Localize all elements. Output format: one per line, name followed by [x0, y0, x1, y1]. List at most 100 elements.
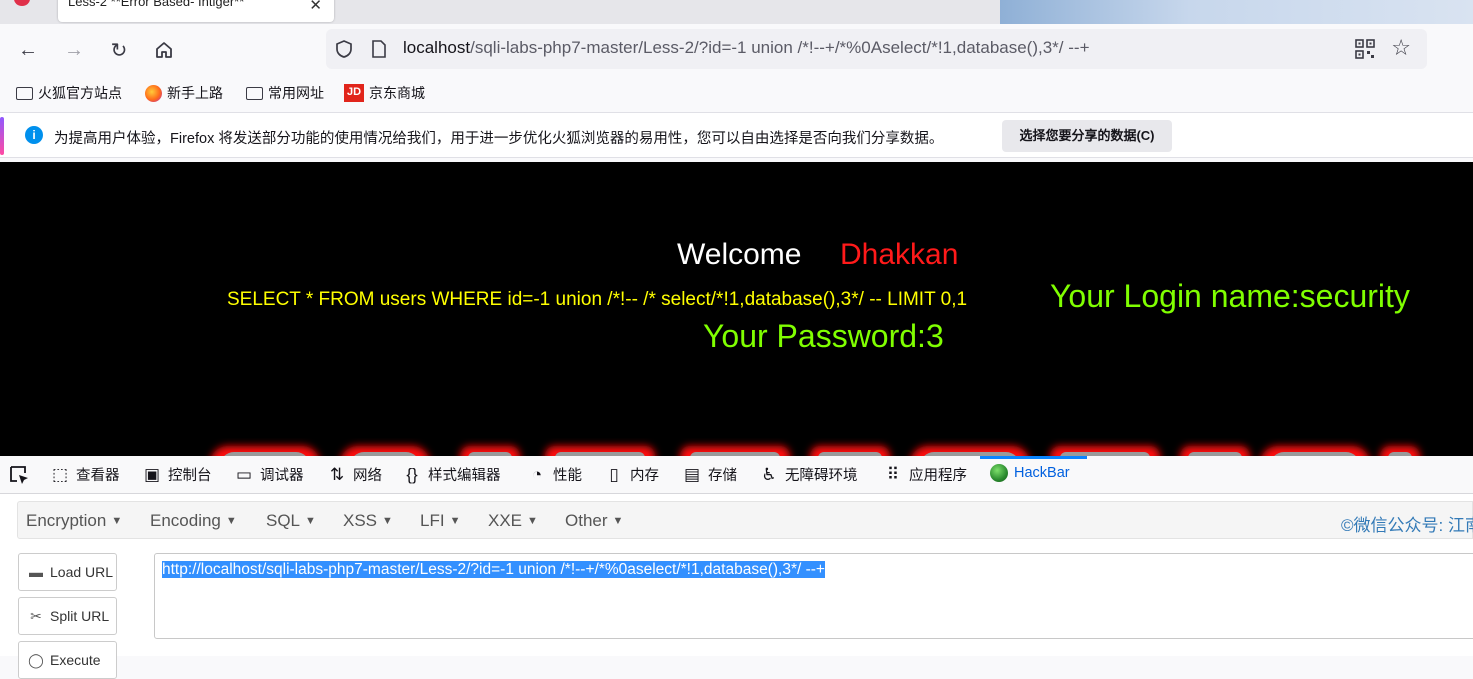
- caret-down-icon: ▼: [527, 515, 538, 527]
- selected-url-text: http://localhost/sqli-labs-php7-master/L…: [162, 561, 825, 578]
- devtools-tab-label: 应用程序: [909, 468, 967, 484]
- accessibility-icon: ♿: [761, 464, 777, 484]
- menu-label: SQL: [266, 511, 301, 530]
- notification-accent: [0, 117, 4, 155]
- bookmark-label: 新手上路: [167, 85, 223, 101]
- devtools-tab-style-editor[interactable]: {} 样式编辑器: [402, 464, 500, 485]
- url-host: localhost: [403, 38, 471, 57]
- shield-icon[interactable]: [334, 39, 354, 59]
- menu-encryption[interactable]: Encryption ▼: [26, 511, 122, 531]
- browser-tab[interactable]: Less-2 **Error Based- Intiger** ✕: [58, 0, 334, 22]
- devtools-tab-label: HackBar: [1014, 465, 1070, 481]
- folder-icon: [246, 86, 263, 100]
- menu-sql[interactable]: SQL ▼: [266, 511, 316, 531]
- sql-query-text: SELECT * FROM users WHERE id=-1 union /*…: [227, 289, 968, 310]
- qr-code-icon[interactable]: [1355, 39, 1375, 59]
- menu-label: Encoding: [150, 511, 221, 530]
- style-editor-icon: {}: [406, 464, 418, 484]
- devtools-tab-hackbar[interactable]: HackBar: [990, 464, 1070, 482]
- performance-icon: ◔: [531, 464, 543, 484]
- reload-button[interactable]: ↻: [105, 36, 133, 64]
- home-button[interactable]: [150, 36, 178, 64]
- info-icon: i: [25, 126, 43, 144]
- scissors-icon: ✂: [30, 607, 42, 624]
- menu-encoding[interactable]: Encoding ▼: [150, 511, 237, 531]
- tab-title: Less-2 **Error Based- Intiger**: [68, 0, 245, 9]
- bookmark-item-3[interactable]: JD 京东商城: [344, 83, 425, 103]
- devtools-tab-storage[interactable]: ▤ 存储: [682, 464, 737, 485]
- tab-strip: Less-2 **Error Based- Intiger** ✕: [0, 0, 1473, 24]
- back-button[interactable]: ←: [14, 36, 42, 64]
- devtools-tab-accessibility[interactable]: ♿ 无障碍环境: [759, 464, 858, 485]
- bookmark-label: 常用网址: [268, 85, 324, 101]
- password-result: Your Password:3: [703, 318, 944, 354]
- devtools-tab-label: 性能: [553, 468, 582, 484]
- url-text[interactable]: localhost/sqli-labs-php7-master/Less-2/?…: [403, 38, 1090, 58]
- devtools-tab-network[interactable]: ⇅ 网络: [327, 464, 382, 485]
- caret-down-icon: ▼: [111, 515, 123, 527]
- active-tab-indicator: [980, 456, 1087, 459]
- page-info-icon[interactable]: [370, 39, 388, 59]
- menu-label: LFI: [420, 511, 445, 530]
- devtools-tab-performance[interactable]: ◔ 性能: [527, 464, 582, 485]
- split-url-button[interactable]: ✂ Split URL: [18, 597, 117, 635]
- page-content: Welcome Dhakkan SELECT * FROM users WHER…: [0, 162, 1473, 456]
- element-picker-button[interactable]: [8, 464, 30, 486]
- devtools-tab-console[interactable]: ▣ 控制台: [142, 464, 212, 485]
- hackbar-url-textarea[interactable]: http://localhost/sqli-labs-php7-master/L…: [154, 553, 1473, 639]
- bookmark-label: 火狐官方站点: [38, 85, 122, 101]
- button-label: Execute: [50, 652, 101, 668]
- tab-strip-background: [1000, 0, 1473, 24]
- caret-down-icon: ▼: [305, 515, 316, 527]
- debugger-icon: ▭: [235, 464, 253, 484]
- forward-button[interactable]: →: [60, 36, 88, 64]
- load-url-button[interactable]: ▬ Load URL: [18, 553, 117, 591]
- element-picker-icon: [10, 466, 28, 484]
- execute-button[interactable]: ◯ Execute: [18, 641, 117, 679]
- devtools-tab-label: 查看器: [76, 468, 120, 484]
- storage-icon: ▤: [683, 464, 701, 484]
- bookmark-item-2[interactable]: 常用网址: [246, 83, 324, 103]
- sqli-dumb-logo-image: [211, 446, 1420, 456]
- devtools-toolbar: ⬚ 查看器 ▣ 控制台 ▭ 调试器 ⇅ 网络 {} 样式编辑器 ◔ 性能 ▯ 内存 ▤ 存储 ♿…: [0, 456, 1473, 494]
- menu-lfi[interactable]: LFI ▼: [420, 511, 460, 531]
- window-close-dot[interactable]: [14, 0, 30, 6]
- execute-icon: ◯: [28, 651, 44, 668]
- devtools-tab-application[interactable]: ⠿ 应用程序: [883, 464, 967, 485]
- menu-label: XXE: [488, 511, 523, 530]
- home-icon: [156, 42, 172, 58]
- jd-icon: JD: [344, 84, 364, 102]
- caret-down-icon: ▼: [449, 515, 461, 527]
- button-label: Split URL: [50, 608, 110, 624]
- bookmark-item-0[interactable]: 火狐官方站点: [16, 83, 122, 103]
- network-icon: ⇅: [329, 464, 345, 484]
- console-icon: ▣: [143, 464, 161, 484]
- url-bar[interactable]: localhost/sqli-labs-php7-master/Less-2/?…: [326, 29, 1427, 69]
- devtools-tab-label: 内存: [630, 468, 659, 484]
- caret-down-icon: ▼: [225, 515, 237, 527]
- devtools-tab-debugger[interactable]: ▭ 调试器: [234, 464, 304, 485]
- menu-other[interactable]: Other ▼: [565, 511, 623, 531]
- menu-label: XSS: [343, 511, 378, 530]
- devtools-tab-memory[interactable]: ▯ 内存: [604, 464, 659, 485]
- devtools-tab-label: 网络: [353, 468, 382, 484]
- menu-label: Encryption: [26, 511, 107, 530]
- welcome-name: Dhakkan: [840, 238, 959, 271]
- login-name-result: Your Login name:security: [1050, 278, 1410, 314]
- tab-close-icon[interactable]: ✕: [309, 0, 322, 14]
- devtools-tab-label: 调试器: [260, 468, 304, 484]
- bookmark-star-icon[interactable]: ☆: [1391, 35, 1411, 61]
- hackbar-panel: Encryption ▼ Encoding ▼ SQL ▼ XSS ▼ LFI ▼ XXE…: [0, 494, 1473, 679]
- choose-data-button[interactable]: 选择您要分享的数据(C): [1002, 120, 1172, 152]
- load-url-icon: ▬: [29, 564, 43, 580]
- bookmark-item-1[interactable]: 新手上路: [145, 83, 223, 103]
- memory-icon: ▯: [609, 464, 619, 484]
- devtools-tab-label: 无障碍环境: [785, 468, 858, 484]
- bookmarks-toolbar: 火狐官方站点 新手上路 常用网址 JD 京东商城: [0, 76, 1473, 110]
- url-path: /sqli-labs-php7-master/Less-2/?id=-1 uni…: [470, 38, 1090, 57]
- menu-xss[interactable]: XSS ▼: [343, 511, 393, 531]
- devtools-tab-inspector[interactable]: ⬚ 查看器: [50, 464, 120, 485]
- caret-down-icon: ▼: [612, 515, 624, 527]
- menu-xxe[interactable]: XXE ▼: [488, 511, 538, 531]
- inspector-icon: ⬚: [51, 464, 69, 484]
